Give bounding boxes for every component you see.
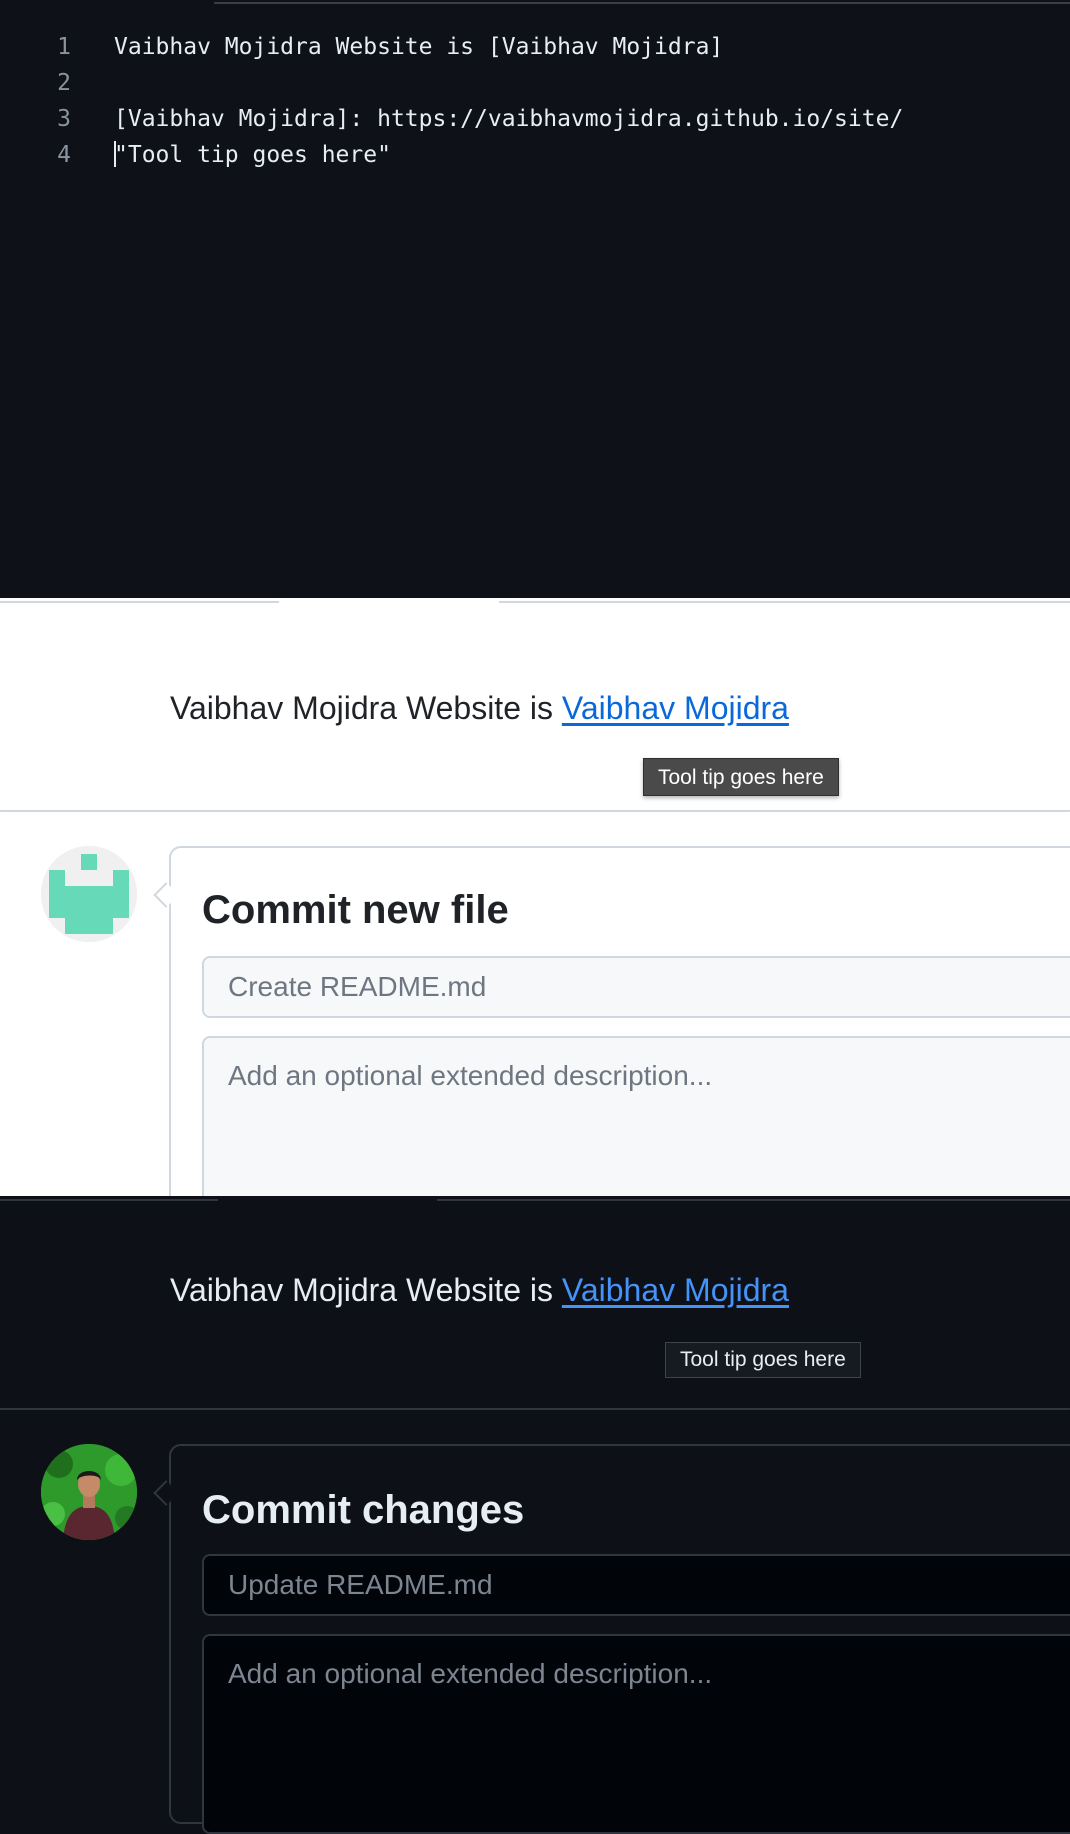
user-avatar[interactable] [41,1444,137,1540]
link-tooltip: Tool tip goes here [643,758,839,796]
link-tooltip: Tool tip goes here [665,1342,861,1378]
code-line[interactable]: 3 [Vaibhav Mojidra]: https://vaibhavmoji… [0,101,1070,137]
commit-message-input[interactable]: Create README.md [202,956,1070,1018]
identicon-icon [41,846,137,942]
line-text: "Tool tip goes here" [114,142,391,168]
commit-title: Commit changes [202,1488,525,1532]
identicon-avatar[interactable] [41,846,137,942]
line-text: [Vaibhav Mojidra]: https://vaibhavmojidr… [114,106,904,132]
line-text: Vaibhav Mojidra Website is [Vaibhav Moji… [114,34,724,60]
light-theme-panel: Vaibhav Mojidra Website is Vaibhav Mojid… [0,598,1070,1236]
line-number: 2 [57,70,71,96]
code-line[interactable]: 4 "Tool tip goes here" [0,137,1070,173]
code-editor[interactable]: 1 Vaibhav Mojidra Website is [Vaibhav Mo… [0,0,1070,598]
commit-description-textarea[interactable]: Add an optional extended description... [202,1634,1070,1834]
code-line[interactable]: 1 Vaibhav Mojidra Website is [Vaibhav Mo… [0,29,1070,65]
line-number: 4 [57,142,71,168]
code-line[interactable]: 2 [0,65,1070,101]
line-number: 1 [57,34,71,60]
dark-theme-panel: Vaibhav Mojidra Website is Vaibhav Mojid… [0,1196,1070,1834]
commit-title: Commit new file [202,888,509,932]
commit-message-input[interactable]: Update README.md [202,1554,1070,1616]
preview-text: Vaibhav Mojidra Website is [170,1272,562,1308]
line-number: 3 [57,106,71,132]
user-photo-icon [41,1444,137,1540]
preview-link[interactable]: Vaibhav Mojidra [562,1272,789,1308]
preview-paragraph: Vaibhav Mojidra Website is Vaibhav Mojid… [170,688,789,728]
preview-paragraph: Vaibhav Mojidra Website is Vaibhav Mojid… [170,1270,789,1310]
editor-tab-border [214,0,1070,4]
preview-text: Vaibhav Mojidra Website is [170,690,562,726]
line-text-with-cursor: "Tool tip goes here" [114,137,391,173]
preview-link[interactable]: Vaibhav Mojidra [562,690,789,726]
